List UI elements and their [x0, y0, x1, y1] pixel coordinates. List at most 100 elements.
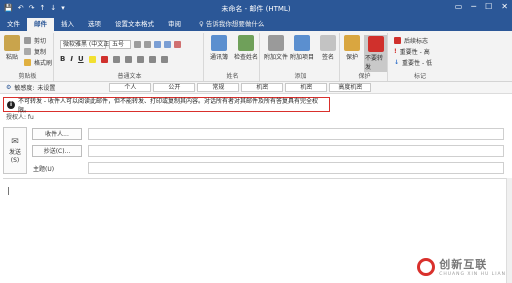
exclamation-icon: !	[394, 48, 397, 55]
align-right-icon[interactable]	[136, 55, 144, 63]
text-caret: |	[7, 186, 10, 195]
add-group-label: 添加	[294, 73, 307, 80]
highlight-color-icon[interactable]	[88, 55, 96, 63]
address-book-icon	[211, 35, 227, 51]
decrease-indent-icon[interactable]	[148, 55, 156, 63]
paperclip-icon	[268, 35, 284, 51]
tags-group: 后续标志 ! 重要性 - 高 ↓ 重要性 - 低 标记	[390, 33, 450, 81]
ribbon-display-icon[interactable]: ▭	[455, 2, 463, 11]
minimize-icon[interactable]: ─	[471, 2, 476, 11]
logo-mark-icon	[417, 257, 436, 276]
follow-up-button[interactable]: 后续标志	[394, 36, 428, 45]
shrink-font-icon[interactable]	[144, 41, 151, 48]
check-names-button[interactable]: 检查姓名	[234, 35, 258, 61]
vertical-scrollbar[interactable]	[506, 178, 512, 283]
grow-font-icon[interactable]	[134, 41, 141, 48]
scissors-icon	[24, 37, 31, 44]
signature-button[interactable]: 签名	[320, 35, 336, 61]
tags-group-label: 标记	[413, 73, 426, 80]
format-painter-button[interactable]: 格式刷	[24, 58, 52, 67]
to-input[interactable]	[88, 128, 504, 140]
cc-input[interactable]	[88, 145, 504, 157]
paste-button[interactable]: 粘贴	[4, 35, 20, 61]
no-forward-icon	[367, 36, 384, 52]
send-button[interactable]: ✉ 发送 (S)	[3, 127, 27, 174]
info-icon: i	[7, 100, 15, 109]
ribbon-tabs: 文件 邮件 插入 选项 设置文本格式 审阅 ♀ 告诉我你想要做什么	[0, 16, 512, 31]
tab-insert[interactable]: 插入	[54, 18, 81, 31]
to-button[interactable]: 收件人...	[32, 128, 82, 140]
permission-info-bar: i 不可转发 - 收件人可以阅读此邮件，但不能转发、打印或复制其内容。对话所有者…	[3, 97, 330, 114]
watermark-logo: 创新互联 CHUANG XIN HU LIAN	[417, 256, 506, 277]
font-color-icon[interactable]	[100, 55, 108, 63]
option-confidential-2[interactable]: 机密	[285, 83, 328, 92]
option-personal[interactable]: 个人	[109, 83, 152, 92]
tab-message[interactable]: 邮件	[27, 18, 54, 31]
check-names-icon	[238, 35, 254, 51]
names-group: 通讯簿 检查姓名 姓名	[206, 33, 260, 81]
info-text: 不可转发 - 收件人可以阅读此邮件，但不能转发、打印或复制其内容。对话所有者对其…	[18, 97, 318, 114]
sensitivity-setting: ⚙ 敏感度: 未设置	[6, 83, 55, 92]
copy-icon	[24, 48, 31, 55]
italic-button[interactable]: I	[70, 55, 73, 63]
window-controls: ▭ ─ ☐ ✕	[455, 2, 508, 11]
maximize-icon[interactable]: ☐	[485, 2, 492, 11]
cut-button[interactable]: 剪切	[24, 36, 46, 45]
down-arrow-icon: ↓	[394, 59, 400, 66]
clear-format-icon[interactable]	[174, 41, 181, 48]
low-importance-button[interactable]: ↓ 重要性 - 低	[394, 58, 432, 67]
watermark-en: CHUANG XIN HU LIAN	[439, 272, 506, 277]
clipboard-group-label: 剪贴板	[18, 73, 37, 80]
address-book-button[interactable]: 通讯簿	[210, 35, 228, 61]
underline-button[interactable]: U	[78, 55, 84, 63]
bullets-icon[interactable]	[154, 41, 161, 48]
attach-item-icon	[294, 35, 310, 51]
protect-button[interactable]: 保护	[344, 35, 360, 61]
font-select[interactable]: 微软雅黑 (中文正文)	[60, 40, 118, 49]
tab-options[interactable]: 选项	[81, 18, 108, 31]
window-title: 未命名 - 邮件 (HTML)	[221, 5, 291, 13]
increase-indent-icon[interactable]	[160, 55, 168, 63]
lock-icon	[344, 35, 360, 51]
align-center-icon[interactable]	[124, 55, 132, 63]
close-icon[interactable]: ✕	[501, 2, 508, 11]
subject-input[interactable]	[88, 162, 504, 174]
flag-icon	[394, 37, 401, 44]
ribbon: 粘贴 剪切 复制 格式刷 剪贴板 微软雅黑 (中文正文) 五号 B I U 普通…	[0, 31, 512, 82]
paste-icon	[4, 35, 20, 51]
tab-review[interactable]: 审阅	[161, 18, 188, 31]
basic-text-group-label: 普通文本	[117, 73, 142, 80]
basic-text-group: 微软雅黑 (中文正文) 五号 B I U 普通文本	[56, 33, 204, 81]
align-left-icon[interactable]	[112, 55, 120, 63]
watermark-cn: 创新互联	[439, 258, 488, 271]
clipboard-group: 粘贴 剪切 复制 格式刷 剪贴板	[2, 33, 54, 81]
title-bar: 💾 ↶ ↷ ↑ ↓ ▾ 未命名 - 邮件 (HTML) ▭ ─ ☐ ✕	[0, 0, 512, 16]
high-importance-button[interactable]: ! 重要性 - 高	[394, 47, 430, 56]
sensitivity-label: 敏感度:	[14, 85, 35, 92]
format-row: B I U	[60, 55, 168, 63]
attach-file-button[interactable]: 附加文件	[264, 35, 288, 61]
option-public[interactable]: 公开	[153, 83, 196, 92]
tab-format-text[interactable]: 设置文本格式	[108, 18, 161, 31]
option-confidential-1[interactable]: 机密	[241, 83, 284, 92]
option-general[interactable]: 常规	[197, 83, 240, 92]
sensitivity-value: 未设置	[37, 85, 56, 92]
protect-group: 保护 不要转发 保护	[342, 33, 388, 81]
format-painter-icon	[24, 59, 31, 66]
attach-item-button[interactable]: 附加项目	[290, 35, 314, 61]
subject-label: 主题(U)	[33, 166, 55, 173]
gear-icon: ⚙	[6, 84, 12, 91]
add-group: 附加文件 附加项目 签名 添加	[262, 33, 340, 81]
tab-file[interactable]: 文件	[0, 18, 27, 31]
protect-group-label: 保护	[358, 73, 371, 80]
font-row: 微软雅黑 (中文正文) 五号	[60, 40, 181, 49]
copy-button[interactable]: 复制	[24, 47, 46, 56]
bold-button[interactable]: B	[60, 55, 65, 63]
permission-granted-by: 授权人: fu	[6, 114, 34, 121]
option-highly-confidential[interactable]: 高度机密	[329, 83, 372, 92]
cc-button[interactable]: 抄送(C)...	[32, 145, 82, 157]
no-forward-button[interactable]: 不要转发	[364, 35, 387, 72]
numbering-icon[interactable]	[164, 41, 171, 48]
tell-me-search[interactable]: ♀ 告诉我你想要做什么	[192, 18, 271, 31]
font-size-select[interactable]: 五号	[109, 40, 131, 49]
